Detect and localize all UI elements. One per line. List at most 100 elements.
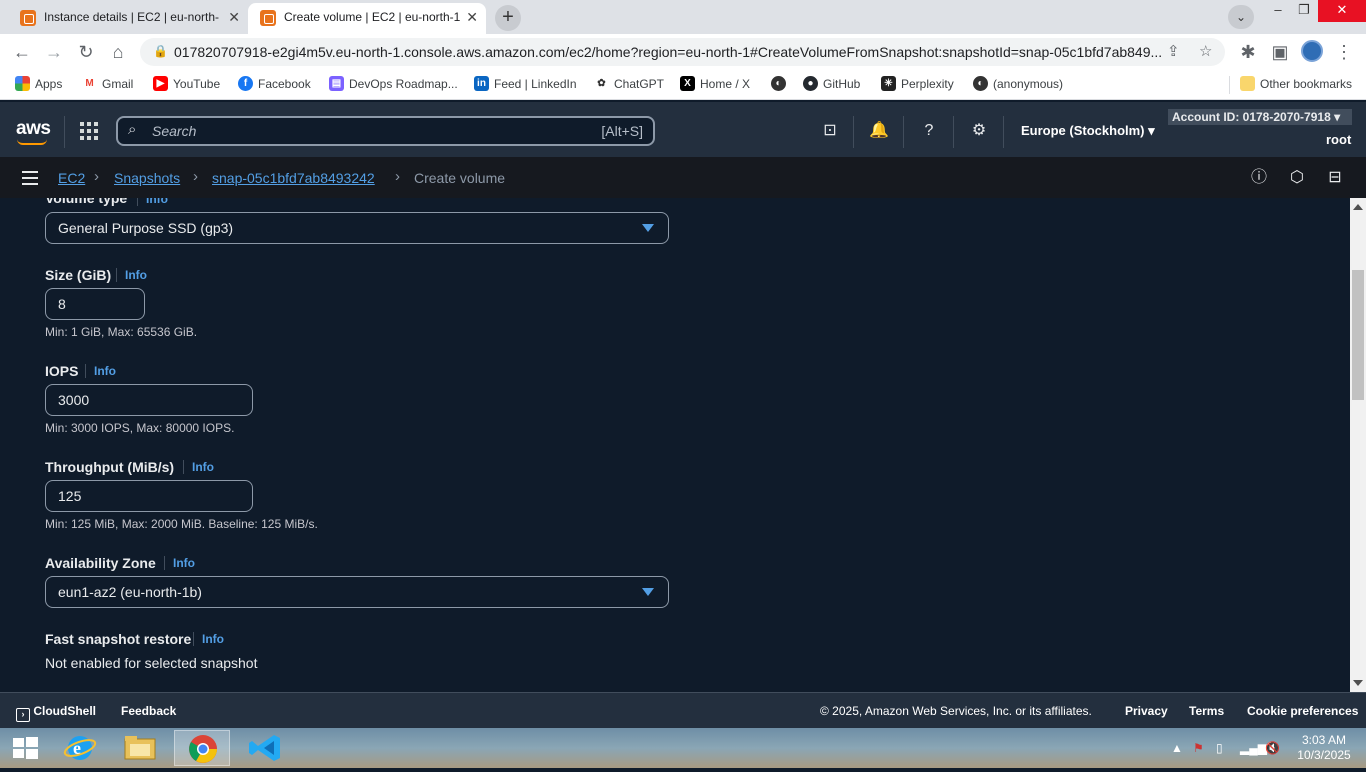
close-tab-icon[interactable]: ✕ xyxy=(466,3,478,31)
folder-icon xyxy=(124,736,156,760)
taskbar-vscode[interactable] xyxy=(238,730,294,766)
tab-create-volume[interactable]: Create volume | EC2 | eu-north-1 ✕ xyxy=(248,3,486,34)
show-hidden-icons[interactable]: ▲ xyxy=(1171,741,1183,755)
system-clock[interactable]: 3:03 AM 10/3/2025 xyxy=(1292,733,1356,763)
side-panel-icon[interactable]: ▣ xyxy=(1268,40,1292,64)
start-button[interactable] xyxy=(0,730,50,766)
other-bookmarks[interactable]: Other bookmarks xyxy=(1240,76,1352,92)
tab-instance-details[interactable]: Instance details | EC2 | eu-north- ✕ xyxy=(8,3,248,34)
divider xyxy=(193,632,194,646)
internet-explorer-icon: e xyxy=(63,736,97,760)
main-content: Volume type Info General Purpose SSD (gp… xyxy=(0,198,1350,692)
url-text[interactable]: 017820707918-e2gi4m5v.eu-north-1.console… xyxy=(174,38,1164,66)
cloudshell-label: CloudShell xyxy=(33,704,97,718)
fast-snapshot-restore-info-link[interactable]: Info xyxy=(202,632,224,646)
aws-logo-text: aws xyxy=(16,118,51,139)
iops-info-link[interactable]: Info xyxy=(94,364,116,378)
cookie-preferences-link[interactable]: Cookie preferences xyxy=(1247,704,1358,718)
iops-value: 3000 xyxy=(58,392,90,408)
extensions-icon[interactable]: ✱ xyxy=(1236,40,1260,64)
availability-zone-select[interactable]: eun1-az2 (eu-north-1b) xyxy=(45,576,669,608)
size-input[interactable]: 8 xyxy=(45,288,145,320)
volume-type-select[interactable]: General Purpose SSD (gp3) xyxy=(45,212,669,244)
caret-down-icon xyxy=(642,224,654,232)
back-icon[interactable]: ← xyxy=(10,40,34,64)
bookmark-x[interactable]: X Home / X xyxy=(680,76,750,92)
chevron-right-icon: › xyxy=(94,168,99,185)
search-input[interactable]: ⌕ Search [Alt+S] xyxy=(116,116,655,146)
bookmark-apps[interactable]: Apps xyxy=(15,76,62,92)
taskbar-chrome[interactable] xyxy=(174,730,230,766)
bookmark-facebook[interactable]: f Facebook xyxy=(238,76,311,92)
terms-link[interactable]: Terms xyxy=(1189,704,1224,718)
bookmark-github[interactable]: ● GitHub xyxy=(803,76,860,92)
feedback-screen-icon[interactable]: ⊟ xyxy=(1325,168,1345,188)
linkedin-icon: in xyxy=(474,76,489,91)
hamburger-menu-icon[interactable] xyxy=(22,171,38,185)
device-icon[interactable]: ▯ xyxy=(1216,741,1223,755)
perplexity-icon: ✳ xyxy=(881,76,896,91)
bookmark-perplexity[interactable]: ✳ Perplexity xyxy=(881,76,954,92)
scroll-thumb[interactable] xyxy=(1352,270,1364,400)
size-info-link[interactable]: Info xyxy=(125,268,147,282)
throughput-info-link[interactable]: Info xyxy=(192,460,214,474)
iops-label: IOPS xyxy=(45,363,79,379)
fast-snapshot-restore-value: Not enabled for selected snapshot xyxy=(45,655,258,671)
services-grid-icon[interactable] xyxy=(80,122,98,140)
feedback-link[interactable]: Feedback xyxy=(121,704,176,718)
aws-logo[interactable]: aws xyxy=(16,118,51,145)
taskbar-file-explorer[interactable] xyxy=(112,730,168,766)
account-id-badge[interactable]: Account ID: 0178-2070-7918 ▾ xyxy=(1168,109,1352,125)
hexagon-icon[interactable]: ⬡ xyxy=(1287,168,1307,188)
form-panel xyxy=(26,198,1324,692)
lock-icon[interactable]: 🔒 xyxy=(153,44,168,58)
taskbar-internet-explorer[interactable]: e xyxy=(52,730,108,766)
close-window-button[interactable]: ✕ xyxy=(1318,0,1366,22)
scroll-up-icon[interactable] xyxy=(1353,204,1363,210)
restore-button[interactable]: ❐ xyxy=(1292,0,1316,22)
bookmark-gmail[interactable]: M Gmail xyxy=(82,76,133,92)
new-tab-button[interactable]: + xyxy=(495,5,521,31)
bookmark-devops[interactable]: ▤ DevOps Roadmap... xyxy=(329,76,458,92)
privacy-link[interactable]: Privacy xyxy=(1125,704,1168,718)
iops-input[interactable]: 3000 xyxy=(45,384,253,416)
help-icon[interactable]: ? xyxy=(919,121,939,141)
minimize-button[interactable]: – xyxy=(1266,0,1290,22)
notifications-bell-icon[interactable]: 🔔 xyxy=(869,121,889,141)
reload-icon[interactable]: ↻ xyxy=(74,40,98,64)
bookmark-linkedin[interactable]: in Feed | LinkedIn xyxy=(474,76,577,92)
profile-avatar[interactable] xyxy=(1301,40,1323,62)
bookmark-anonymous[interactable]: ◐ (anonymous) xyxy=(973,76,1063,92)
throughput-input[interactable]: 125 xyxy=(45,480,253,512)
menu-kebab-icon[interactable]: ⋮ xyxy=(1332,40,1356,64)
bookmark-youtube[interactable]: ▶ YouTube xyxy=(153,76,220,92)
info-circle-icon[interactable]: ⓘ xyxy=(1249,168,1269,188)
region-selector[interactable]: Europe (Stockholm) ▾ xyxy=(1021,123,1155,139)
breadcrumb-snapshot-id[interactable]: snap-05c1bfd7ab8493242 xyxy=(212,170,375,186)
divider xyxy=(137,198,138,206)
omnibox[interactable]: 🔒 017820707918-e2gi4m5v.eu-north-1.conso… xyxy=(140,38,1225,66)
cloudshell-icon[interactable]: ⊡ xyxy=(820,121,840,141)
scroll-down-icon[interactable] xyxy=(1353,680,1363,686)
user-menu[interactable]: root xyxy=(1326,132,1351,147)
availability-zone-info-link[interactable]: Info xyxy=(173,556,195,570)
breadcrumb-snapshots[interactable]: Snapshots xyxy=(114,170,180,186)
share-icon[interactable]: ⇪ xyxy=(1167,42,1180,60)
cloudshell-footer-button[interactable]: › CloudShell xyxy=(16,704,96,722)
volume-type-info-link[interactable]: Info xyxy=(146,198,168,206)
tab-search-button[interactable]: ⌄ xyxy=(1228,5,1254,29)
bookmark-label: DevOps Roadmap... xyxy=(349,77,458,91)
copyright-text: © 2025, Amazon Web Services, Inc. or its… xyxy=(820,704,1092,718)
bookmark-star-icon[interactable]: ☆ xyxy=(1199,42,1212,60)
home-icon[interactable]: ⌂ xyxy=(106,40,130,64)
network-signal-icon[interactable]: ▂▄▆ xyxy=(1240,741,1267,755)
settings-gear-icon[interactable]: ⚙ xyxy=(969,121,989,141)
action-center-flag-icon[interactable]: ⚑ xyxy=(1193,741,1204,755)
breadcrumb-ec2[interactable]: EC2 xyxy=(58,170,85,186)
facebook-icon: f xyxy=(238,76,253,91)
close-tab-icon[interactable]: ✕ xyxy=(228,3,240,31)
page-scrollbar[interactable] xyxy=(1350,198,1366,692)
volume-muted-icon[interactable]: 🔇 xyxy=(1265,741,1280,755)
bookmark-chatgpt[interactable]: ✿ ChatGPT xyxy=(594,76,664,92)
forward-icon[interactable]: → xyxy=(42,40,66,64)
